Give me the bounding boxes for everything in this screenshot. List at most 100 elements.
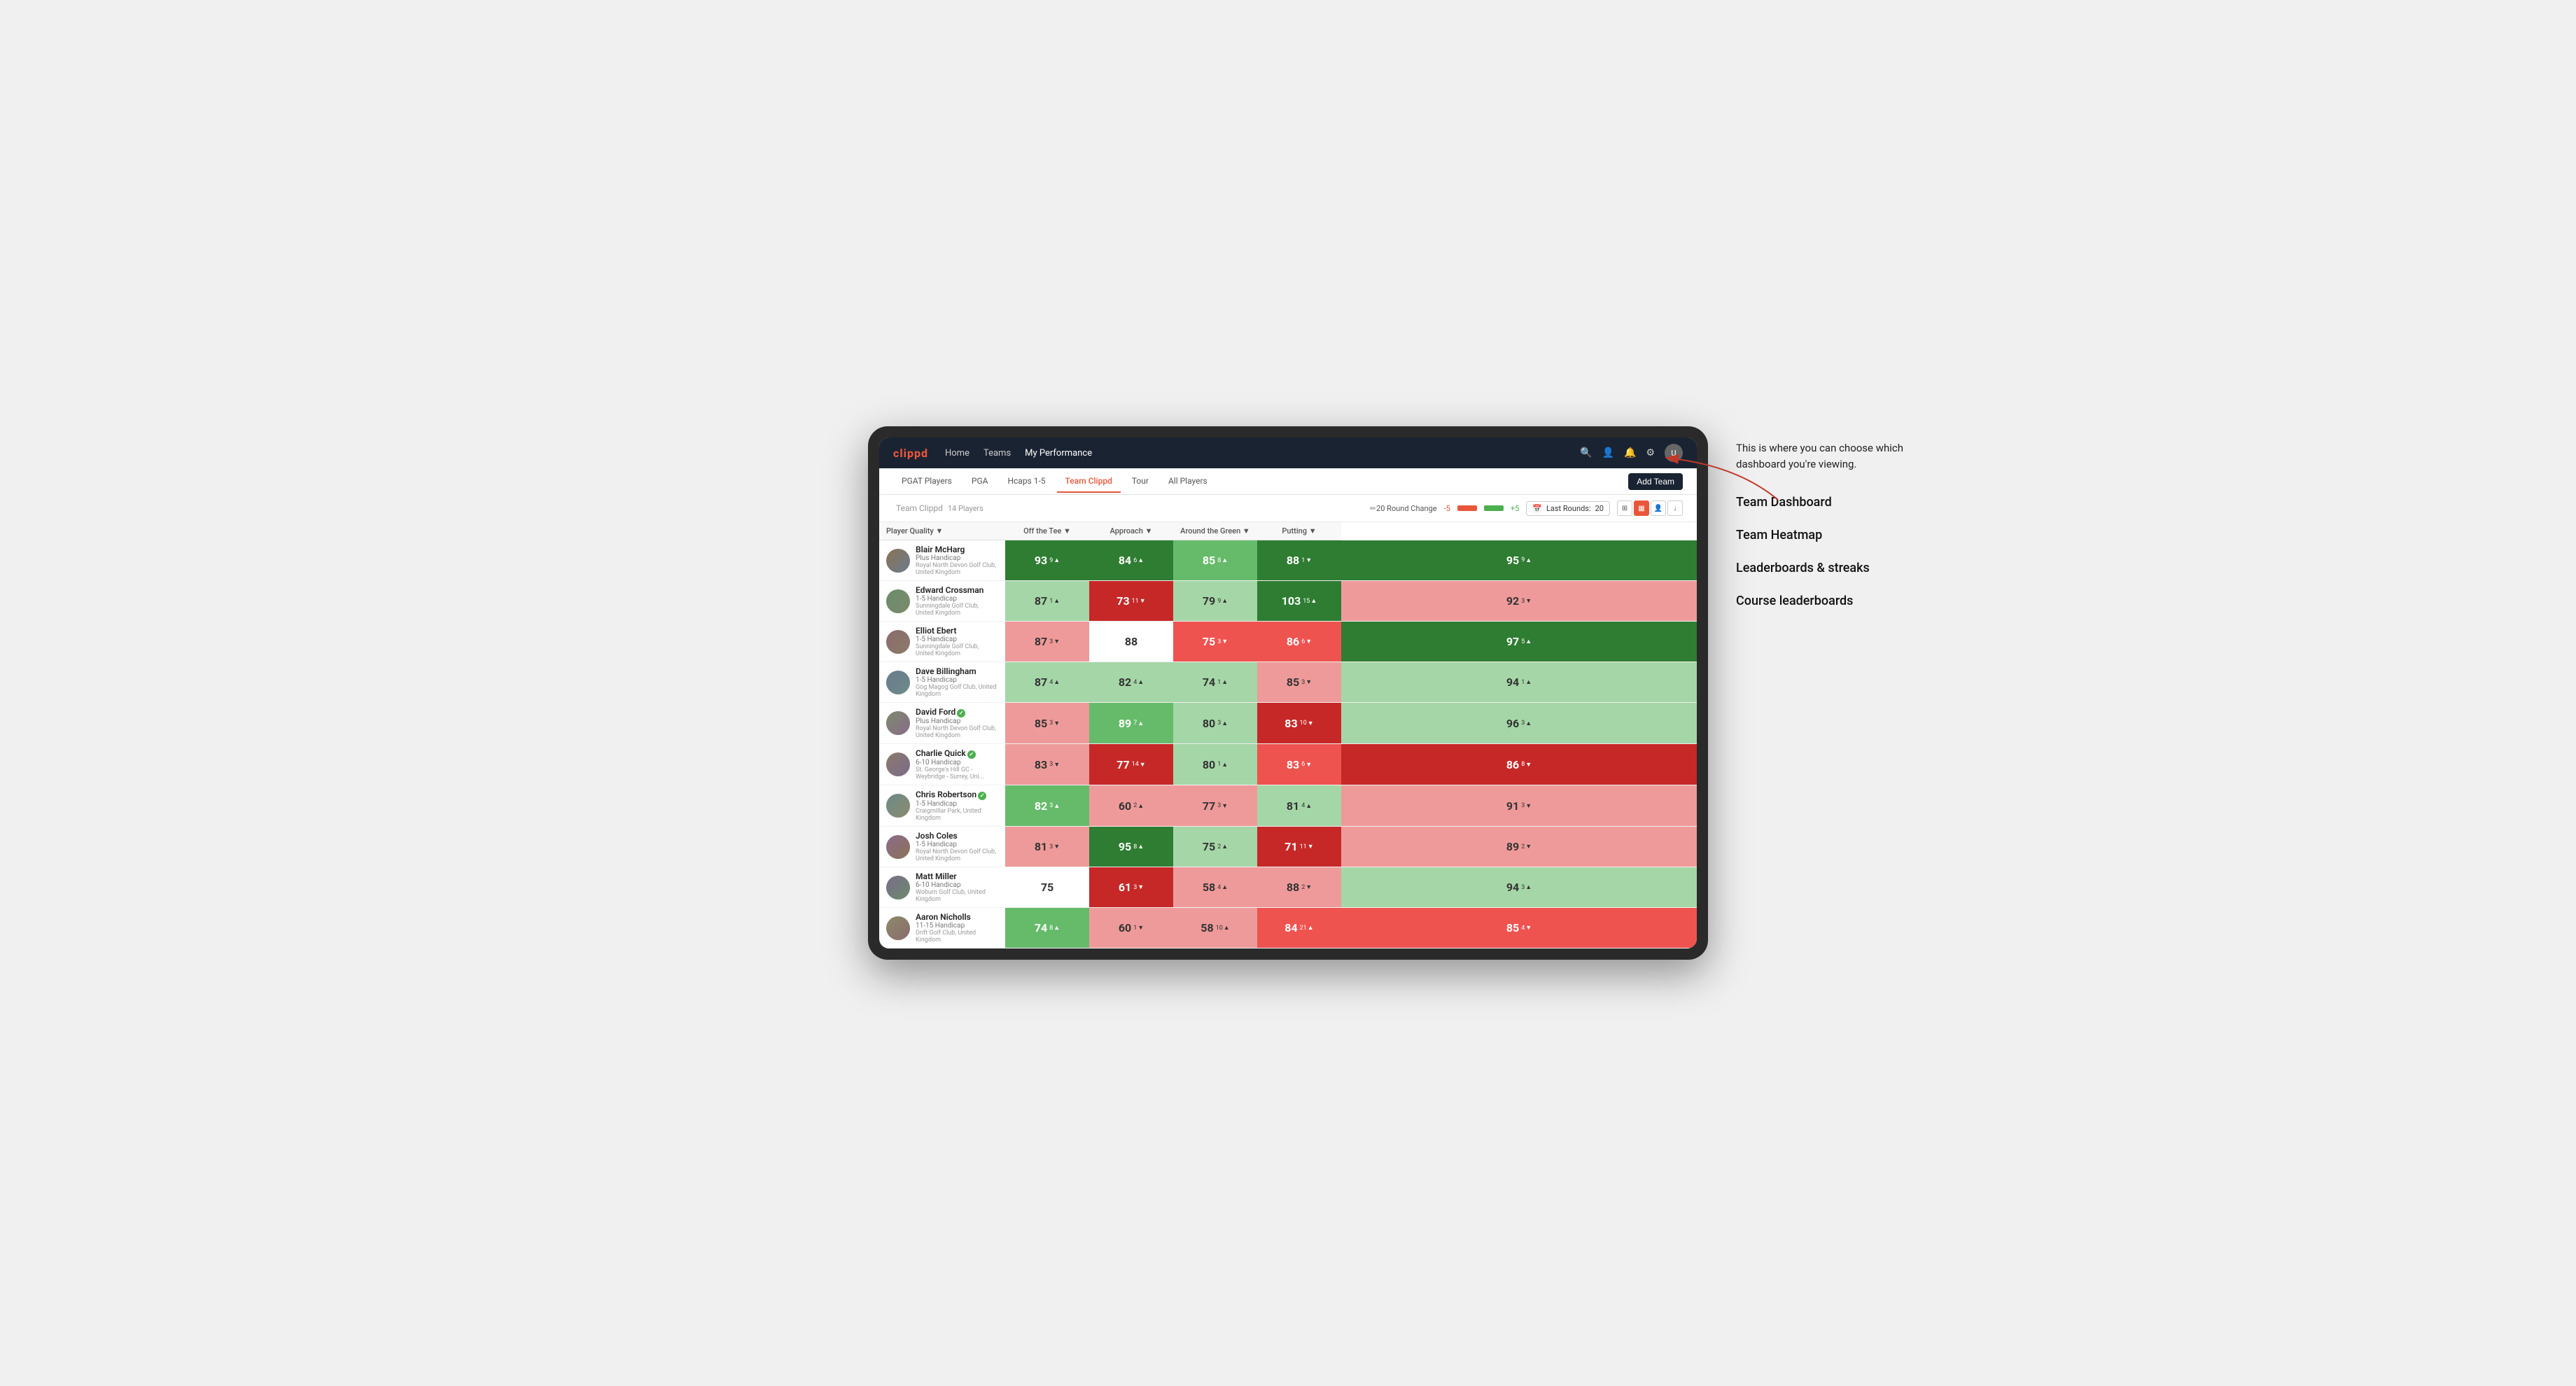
stat-delta: 10 [1216, 924, 1230, 932]
stat-delta: 3 [1049, 638, 1060, 645]
tab-pga[interactable]: PGA [963, 470, 997, 493]
tab-tour[interactable]: Tour [1124, 470, 1157, 493]
stat-value: 77 [1116, 758, 1129, 771]
player-info: Chris Robertson✓ 1-5 Handicap Craigmilla… [916, 790, 998, 822]
nav-item-performance[interactable]: My Performance [1025, 448, 1092, 458]
tab-hcaps[interactable]: Hcaps 1-5 [999, 470, 1054, 493]
tab-team-clippd[interactable]: Team Clippd [1057, 470, 1121, 493]
player-cell-6[interactable]: Chris Robertson✓ 1-5 Handicap Craigmilla… [879, 785, 1005, 827]
table-row: Elliot Ebert 1-5 Handicap Sunningdale Go… [879, 622, 1697, 662]
stat-delta: 6 [1301, 761, 1312, 769]
stat-delta: 3 [1049, 720, 1060, 727]
stat-value: 87 [1035, 594, 1047, 608]
round-bar-red [1457, 505, 1477, 511]
settings-icon[interactable]: ⚙ [1646, 447, 1655, 458]
player-avatar [886, 794, 910, 818]
player-name: Blair McHarg [916, 545, 998, 554]
player-handicap: 1-5 Handicap [916, 595, 998, 603]
stat-cell-0-1: 84 6 [1089, 540, 1173, 581]
annotation-item-3: Leaderboards & streaks [1736, 559, 1946, 578]
stat-delta: 3 [1049, 761, 1060, 769]
table-row: Chris Robertson✓ 1-5 Handicap Craigmilla… [879, 785, 1697, 827]
stat-delta: 2 [1521, 843, 1532, 850]
annotation-item-4: Course leaderboards [1736, 592, 1946, 610]
stat-delta: 11 [1300, 843, 1314, 850]
player-name: Charlie Quick✓ [916, 748, 998, 759]
stat-value: 75 [1203, 840, 1215, 853]
col-putting[interactable]: Putting ▼ [1257, 522, 1341, 540]
stat-value: 83 [1035, 758, 1047, 771]
player-cell-1[interactable]: Edward Crossman 1-5 Handicap Sunningdale… [879, 581, 1005, 622]
stat-delta: 8 [1217, 556, 1228, 564]
player-club: Sunningdale Golf Club, United Kingdom [916, 603, 998, 617]
col-approach[interactable]: Approach ▼ [1089, 522, 1173, 540]
stat-delta: 3 [1301, 678, 1312, 686]
view-person-icon[interactable]: 👤 [1651, 500, 1666, 516]
last-rounds-button[interactable]: 📅 Last Rounds: 20 [1526, 501, 1610, 516]
player-info: Charlie Quick✓ 6-10 Handicap St. George'… [916, 748, 998, 780]
verified-icon: ✓ [978, 792, 986, 800]
player-club: Drift Golf Club, United Kingdom [916, 930, 998, 944]
col-around-green[interactable]: Around the Green ▼ [1173, 522, 1257, 540]
player-handicap: 6-10 Handicap [916, 881, 998, 889]
player-avatar [886, 876, 910, 899]
add-team-button[interactable]: Add Team [1628, 473, 1683, 490]
col-off-tee[interactable]: Off the Tee ▼ [1005, 522, 1089, 540]
search-icon[interactable]: 🔍 [1580, 447, 1592, 458]
stat-value: 83 [1287, 758, 1299, 771]
stat-cell-5-1: 77 14 [1089, 744, 1173, 785]
stat-cell-1-2: 79 9 [1173, 581, 1257, 622]
stat-value: 60 [1119, 799, 1131, 813]
stat-value: 74 [1203, 676, 1215, 689]
view-grid-icon[interactable]: ⊞ [1617, 500, 1632, 516]
stat-value: 75 [1041, 881, 1054, 894]
stat-value: 85 [1203, 554, 1215, 567]
nav-items: Home Teams My Performance [945, 448, 1580, 458]
player-cell-2[interactable]: Elliot Ebert 1-5 Handicap Sunningdale Go… [879, 622, 1005, 662]
user-avatar[interactable]: U [1665, 444, 1683, 462]
table-row: Josh Coles 1-5 Handicap Royal North Devo… [879, 827, 1697, 867]
stat-cell-7-1: 95 8 [1089, 827, 1173, 867]
player-avatar [886, 752, 910, 776]
stat-delta: 3 [1049, 802, 1060, 810]
stat-value: 89 [1506, 840, 1519, 853]
stat-delta: 15 [1303, 597, 1317, 605]
col-player-quality[interactable]: Player Quality ▼ [879, 522, 1005, 540]
stat-delta: 8 [1521, 761, 1532, 769]
view-download-icon[interactable]: ↓ [1667, 500, 1683, 516]
stat-cell-3-4: 94 1 [1341, 662, 1697, 703]
stat-delta: 1 [1049, 597, 1060, 605]
view-heatmap-icon[interactable]: ▦ [1634, 500, 1649, 516]
stat-delta: 4 [1217, 883, 1228, 891]
player-handicap: Plus Handicap [916, 554, 998, 562]
player-cell-9[interactable]: Aaron Nicholls 11-15 Handicap Drift Golf… [879, 908, 1005, 948]
tab-pgat-players[interactable]: PGAT Players [893, 470, 960, 493]
profile-icon[interactable]: 👤 [1602, 447, 1614, 458]
stat-cell-4-3: 83 10 [1257, 703, 1341, 744]
stat-delta: 9 [1217, 597, 1228, 605]
player-handicap: 1-5 Handicap [916, 841, 998, 848]
stat-cell-2-0: 87 3 [1005, 622, 1089, 662]
player-cell-4[interactable]: David Ford✓ Plus Handicap Royal North De… [879, 703, 1005, 744]
last-rounds-icon: 📅 [1532, 504, 1542, 513]
player-club: Royal North Devon Golf Club, United King… [916, 562, 998, 576]
stat-delta: 4 [1049, 678, 1060, 686]
player-info: Aaron Nicholls 11-15 Handicap Drift Golf… [916, 912, 998, 944]
stat-cell-6-1: 60 2 [1089, 785, 1173, 827]
player-cell-5[interactable]: Charlie Quick✓ 6-10 Handicap St. George'… [879, 744, 1005, 785]
tab-all-players[interactable]: All Players [1160, 470, 1216, 493]
stat-delta: 3 [1217, 720, 1228, 727]
player-club: St. George's Hill GC - Weybridge - Surre… [916, 766, 998, 780]
player-cell-7[interactable]: Josh Coles 1-5 Handicap Royal North Devo… [879, 827, 1005, 867]
verified-icon: ✓ [967, 750, 976, 759]
player-cell-0[interactable]: Blair McHarg Plus Handicap Royal North D… [879, 540, 1005, 581]
nav-item-teams[interactable]: Teams [983, 448, 1011, 458]
edit-icon[interactable]: ✏ [1370, 504, 1376, 513]
app-logo[interactable]: clippd [893, 447, 928, 460]
table-row: David Ford✓ Plus Handicap Royal North De… [879, 703, 1697, 744]
player-cell-3[interactable]: Dave Billingham 1-5 Handicap Gog Magog G… [879, 662, 1005, 703]
stat-cell-8-1: 61 3 [1089, 867, 1173, 908]
nav-item-home[interactable]: Home [945, 448, 969, 458]
bell-icon[interactable]: 🔔 [1624, 447, 1636, 458]
player-cell-8[interactable]: Matt Miller 6-10 Handicap Woburn Golf Cl… [879, 867, 1005, 908]
